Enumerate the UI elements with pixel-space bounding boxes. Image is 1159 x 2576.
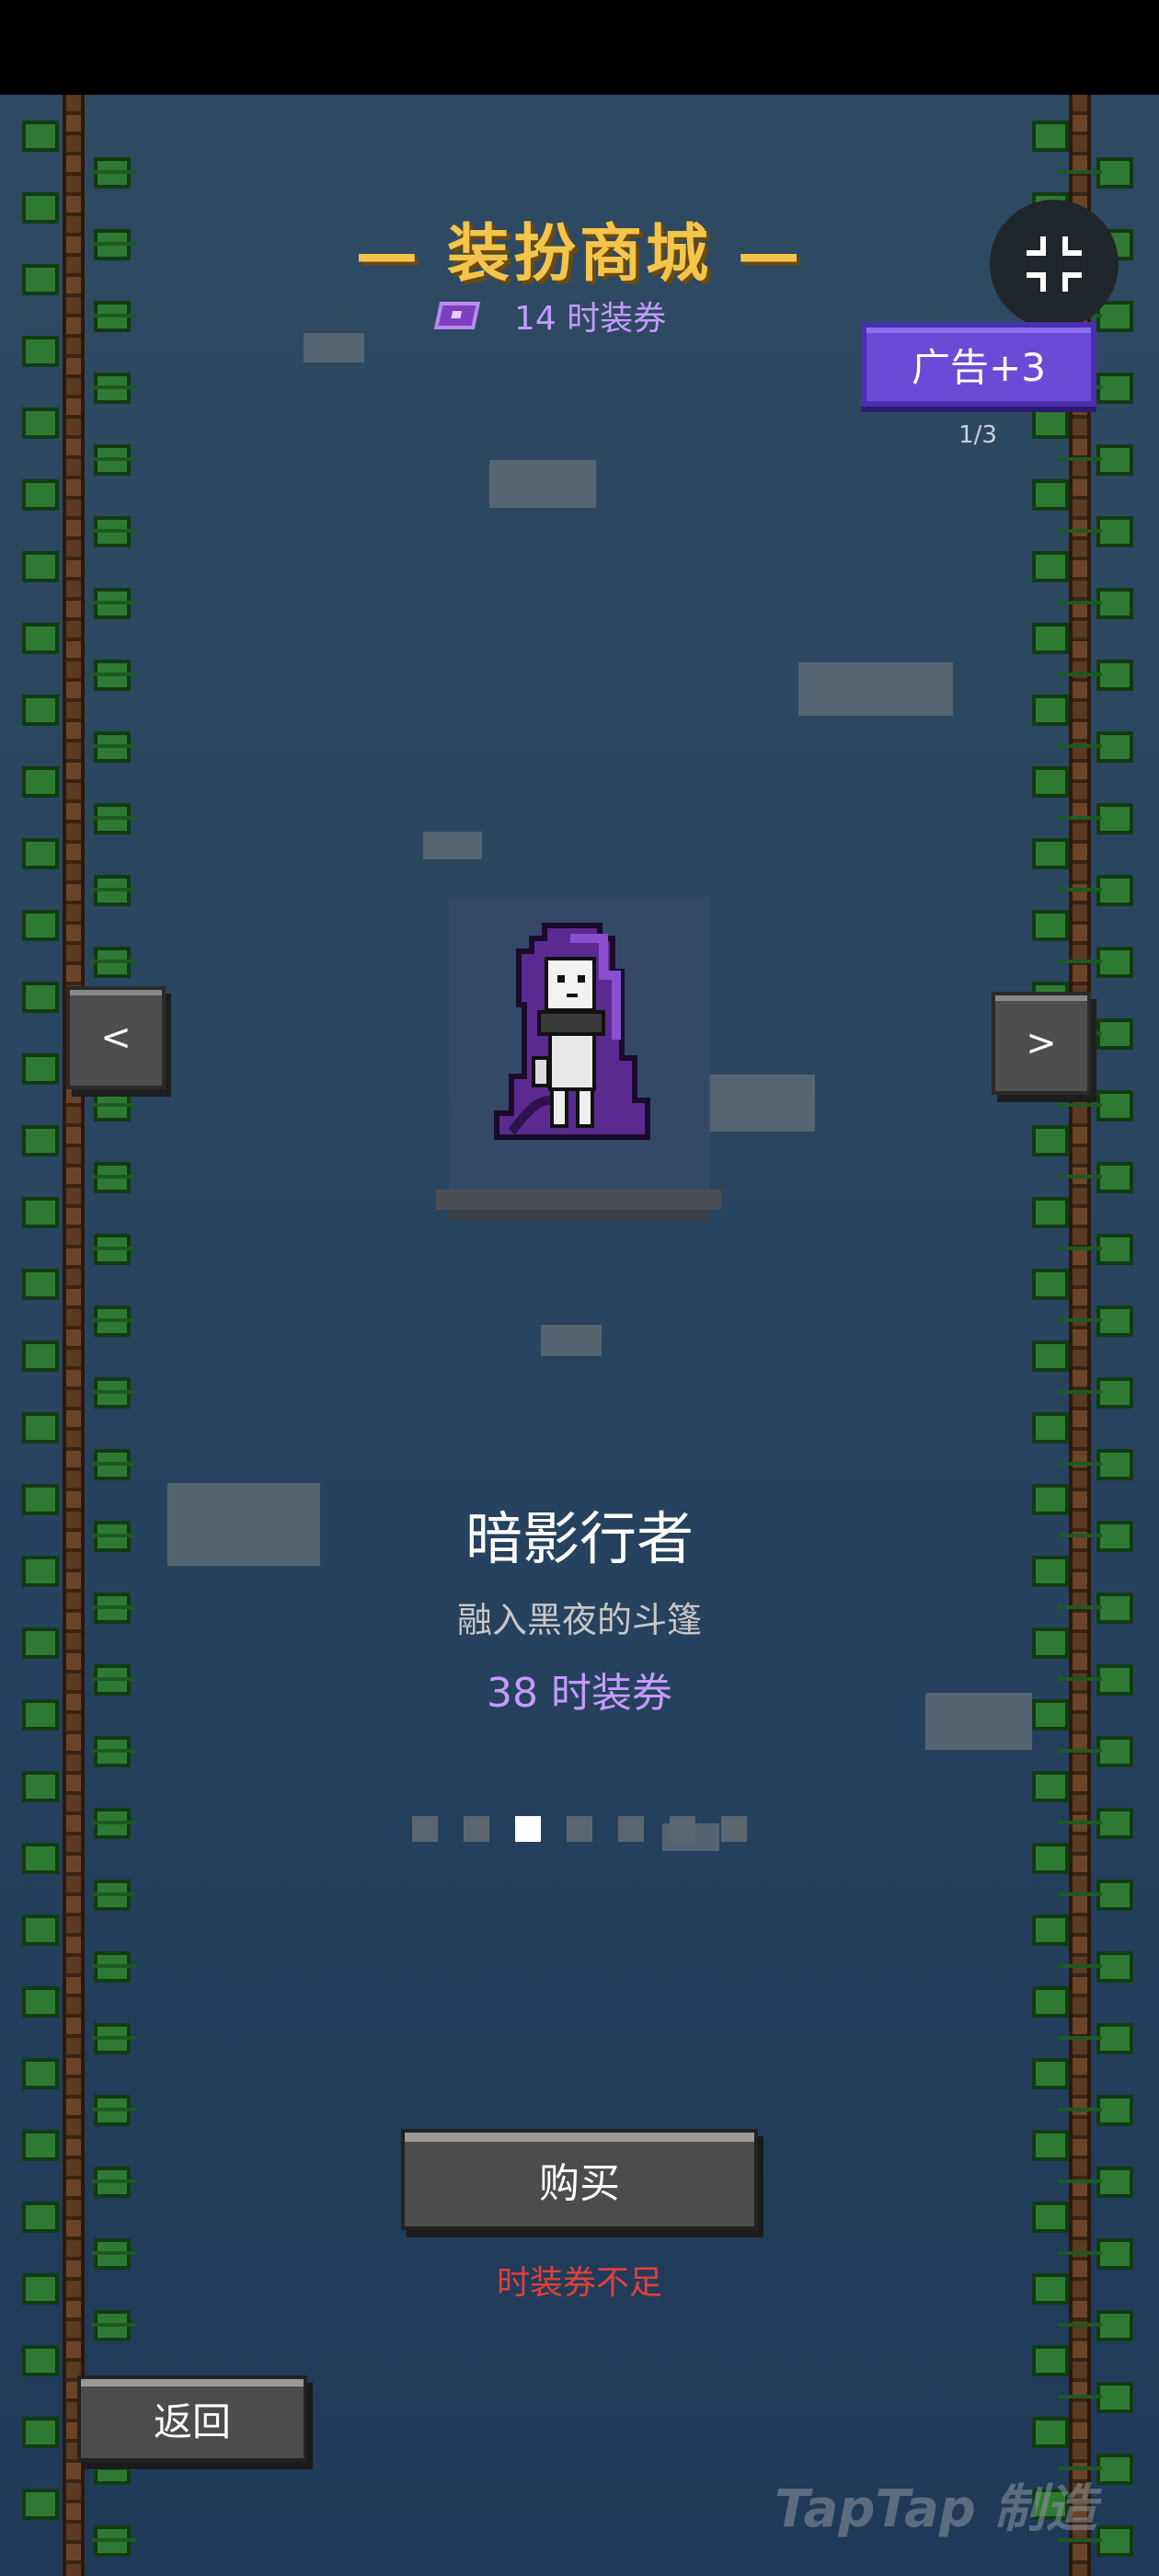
page-dot[interactable] <box>670 1816 695 1842</box>
coupon-balance: 14 时装券 <box>433 293 667 339</box>
coupon-icon <box>433 302 481 329</box>
insufficient-coupons-warning: 时装券不足 <box>496 2264 662 2302</box>
character-pedestal <box>436 1190 721 1210</box>
ad-count: 1/3 <box>958 421 997 449</box>
prev-skin-button[interactable]: < <box>66 986 166 1089</box>
page-dot[interactable] <box>567 1816 592 1842</box>
page-dot[interactable] <box>515 1816 541 1842</box>
skin-description: 融入黑夜的斗篷 <box>456 1600 702 1640</box>
carousel-page-indicator <box>412 1816 747 1842</box>
pedestal-shadow <box>449 1210 708 1221</box>
page-dot[interactable] <box>721 1816 747 1842</box>
watch-ad-button[interactable]: 广告+3 <box>861 322 1096 407</box>
page-title: — 装扮商城 — <box>355 218 804 291</box>
back-button[interactable]: 返回 <box>77 2375 307 2462</box>
exit-fullscreen-button[interactable] <box>990 200 1119 328</box>
status-bar <box>0 0 1159 95</box>
page-dot[interactable] <box>412 1816 438 1842</box>
page-dot[interactable] <box>464 1816 489 1842</box>
page-dot[interactable] <box>618 1816 644 1842</box>
shadow-walker-character <box>494 923 650 1140</box>
buy-button[interactable]: 购买 <box>401 2129 758 2230</box>
right-vine <box>1060 95 1096 2576</box>
exit-fullscreen-icon <box>1027 236 1082 292</box>
taptap-watermark: TapTap 制造 <box>775 2479 1097 2539</box>
left-vine <box>53 95 90 2576</box>
skin-name: 暗影行者 <box>465 1505 694 1572</box>
coupon-balance-text: 14 时装券 <box>514 300 667 338</box>
next-skin-button[interactable]: > <box>992 992 1091 1095</box>
skin-price: 38 时装券 <box>487 1670 672 1717</box>
